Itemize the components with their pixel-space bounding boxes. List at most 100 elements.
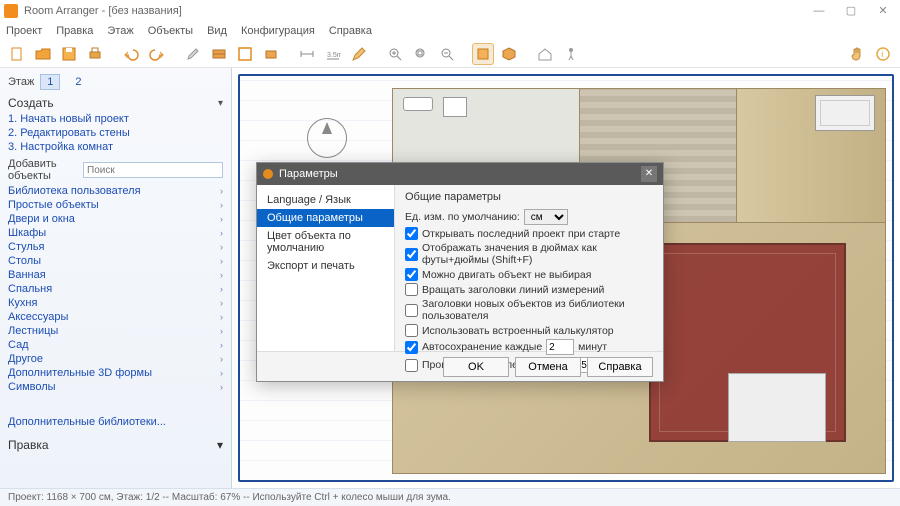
search-input[interactable] (83, 162, 223, 178)
help-button[interactable]: Справка (587, 357, 653, 377)
menu-edit[interactable]: Правка (56, 25, 93, 37)
option-checkbox[interactable] (405, 227, 418, 240)
wall-icon[interactable] (208, 43, 230, 65)
dimension-icon[interactable]: 3.5m (322, 43, 344, 65)
dialog-pane: Общие параметры Ед. изм. по умолчанию: с… (395, 185, 663, 351)
floor-tab-1[interactable]: 1 (40, 74, 60, 90)
view-2d-icon[interactable] (472, 43, 494, 65)
dialog-titlebar[interactable]: Параметры ✕ (257, 163, 663, 185)
pencil-icon[interactable] (348, 43, 370, 65)
option-label: Заголовки новых объектов из библиотеки п… (422, 298, 653, 322)
category-item[interactable]: Ванная (8, 268, 46, 282)
maximize-button[interactable]: ▢ (844, 4, 858, 18)
nav-export-print[interactable]: Экспорт и печать (257, 257, 394, 275)
zoom-fit-icon[interactable] (410, 43, 432, 65)
chevron-down-icon[interactable]: ▾ (218, 98, 223, 109)
ok-button[interactable]: OK (443, 357, 509, 377)
nav-general[interactable]: Общие параметры (257, 209, 394, 227)
option-label: Отображать значения в дюймах как футы+дю… (422, 242, 653, 266)
autosave-checkbox[interactable] (405, 341, 418, 354)
category-item[interactable]: Стулья (8, 240, 44, 254)
dialog-close-button[interactable]: ✕ (641, 166, 657, 182)
info-icon[interactable]: i (872, 43, 894, 65)
measure-icon[interactable] (296, 43, 318, 65)
hand-icon[interactable] (846, 43, 868, 65)
option-checkbox[interactable] (405, 268, 418, 281)
chevron-right-icon[interactable]: › (220, 326, 223, 336)
zoom-out-icon[interactable] (436, 43, 458, 65)
print-icon[interactable] (84, 43, 106, 65)
redo-icon[interactable] (146, 43, 168, 65)
nav-language[interactable]: Language / Язык (257, 191, 394, 209)
option-label: Использовать встроенный калькулятор (422, 325, 614, 337)
minimize-button[interactable]: — (812, 4, 826, 18)
chevron-right-icon[interactable]: › (220, 382, 223, 392)
step-new-project[interactable]: 1. Начать новый проект (8, 112, 223, 126)
chevron-right-icon[interactable]: › (220, 298, 223, 308)
chevron-right-icon[interactable]: › (220, 354, 223, 364)
step-room-setup[interactable]: 3. Настройка комнат (8, 140, 223, 154)
edit-header: Правка (8, 438, 49, 452)
category-item[interactable]: Шкафы (8, 226, 46, 240)
category-item[interactable]: Дополнительные 3D формы (8, 366, 152, 380)
menu-floor[interactable]: Этаж (107, 25, 133, 37)
menu-view[interactable]: Вид (207, 25, 227, 37)
option-checkbox[interactable] (405, 304, 418, 317)
home-icon[interactable] (534, 43, 556, 65)
toolbar: 3.5m i (0, 40, 900, 68)
category-item[interactable]: Аксессуары (8, 310, 68, 324)
walk-icon[interactable] (560, 43, 582, 65)
updates-checkbox[interactable] (405, 359, 418, 372)
extra-libs-link[interactable]: Дополнительные библиотеки... (8, 416, 223, 428)
chevron-right-icon[interactable]: › (220, 186, 223, 196)
chevron-right-icon[interactable]: › (220, 228, 223, 238)
dialog-nav: Language / Язык Общие параметры Цвет объ… (257, 185, 395, 351)
chevron-right-icon[interactable]: › (220, 312, 223, 322)
unit-select[interactable]: см (524, 209, 568, 225)
category-item[interactable]: Двери и окна (8, 212, 75, 226)
object-icon[interactable] (260, 43, 282, 65)
floor-tab-2[interactable]: 2 (68, 74, 88, 90)
new-icon[interactable] (6, 43, 28, 65)
menu-objects[interactable]: Объекты (148, 25, 193, 37)
category-item[interactable]: Кухня (8, 296, 37, 310)
autosave-value[interactable] (546, 339, 574, 355)
category-item[interactable]: Сад (8, 338, 29, 352)
menu-help[interactable]: Справка (329, 25, 372, 37)
category-item[interactable]: Библиотека пользователя (8, 184, 141, 198)
category-item[interactable]: Столы (8, 254, 41, 268)
room-icon[interactable] (234, 43, 256, 65)
chevron-right-icon[interactable]: › (220, 368, 223, 378)
chevron-right-icon[interactable]: › (220, 270, 223, 280)
option-checkbox[interactable] (405, 283, 418, 296)
step-edit-walls[interactable]: 2. Редактировать стены (8, 126, 223, 140)
option-checkbox[interactable] (405, 248, 418, 261)
undo-icon[interactable] (120, 43, 142, 65)
menu-config[interactable]: Конфигурация (241, 25, 315, 37)
brush-icon[interactable] (182, 43, 204, 65)
chevron-right-icon[interactable]: › (220, 214, 223, 224)
category-item[interactable]: Простые объекты (8, 198, 99, 212)
add-objects-label: Добавить объекты (8, 158, 77, 182)
category-item[interactable]: Символы (8, 380, 56, 394)
chevron-right-icon[interactable]: › (220, 256, 223, 266)
view-3d-icon[interactable] (498, 43, 520, 65)
chevron-right-icon[interactable]: › (220, 242, 223, 252)
category-item[interactable]: Лестницы (8, 324, 58, 338)
compass-icon (307, 118, 347, 158)
option-label: Вращать заголовки линий измерений (422, 284, 604, 296)
chevron-down-icon[interactable]: ▾ (217, 438, 223, 452)
category-item[interactable]: Другое (8, 352, 43, 366)
nav-default-color[interactable]: Цвет объекта по умолчанию (257, 227, 394, 257)
zoom-in-icon[interactable] (384, 43, 406, 65)
save-icon[interactable] (58, 43, 80, 65)
open-icon[interactable] (32, 43, 54, 65)
chevron-right-icon[interactable]: › (220, 340, 223, 350)
chevron-right-icon[interactable]: › (220, 200, 223, 210)
option-checkbox[interactable] (405, 324, 418, 337)
category-item[interactable]: Спальня (8, 282, 52, 296)
cancel-button[interactable]: Отмена (515, 357, 581, 377)
menu-project[interactable]: Проект (6, 25, 42, 37)
close-button[interactable]: ✕ (876, 4, 890, 18)
chevron-right-icon[interactable]: › (220, 284, 223, 294)
